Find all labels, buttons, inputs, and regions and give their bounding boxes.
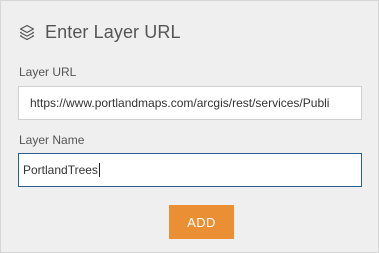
layer-url-input[interactable]: https://www.portlandmaps.com/arcgis/rest… <box>18 86 362 120</box>
layer-url-label: Layer URL <box>19 65 77 79</box>
add-button[interactable]: ADD <box>169 205 234 239</box>
layer-url-value: https://www.portlandmaps.com/arcgis/rest… <box>30 96 330 110</box>
layer-name-input[interactable]: PortlandTrees <box>18 153 362 187</box>
layers-icon <box>19 24 35 40</box>
enter-layer-url-panel: Enter Layer URL Layer URL https://www.po… <box>0 0 379 253</box>
text-caret <box>98 162 100 177</box>
layer-name-value: PortlandTrees <box>23 163 98 177</box>
panel-title: Enter Layer URL <box>45 21 181 42</box>
panel-header: Enter Layer URL <box>19 19 181 45</box>
layer-name-label: Layer Name <box>19 133 85 147</box>
